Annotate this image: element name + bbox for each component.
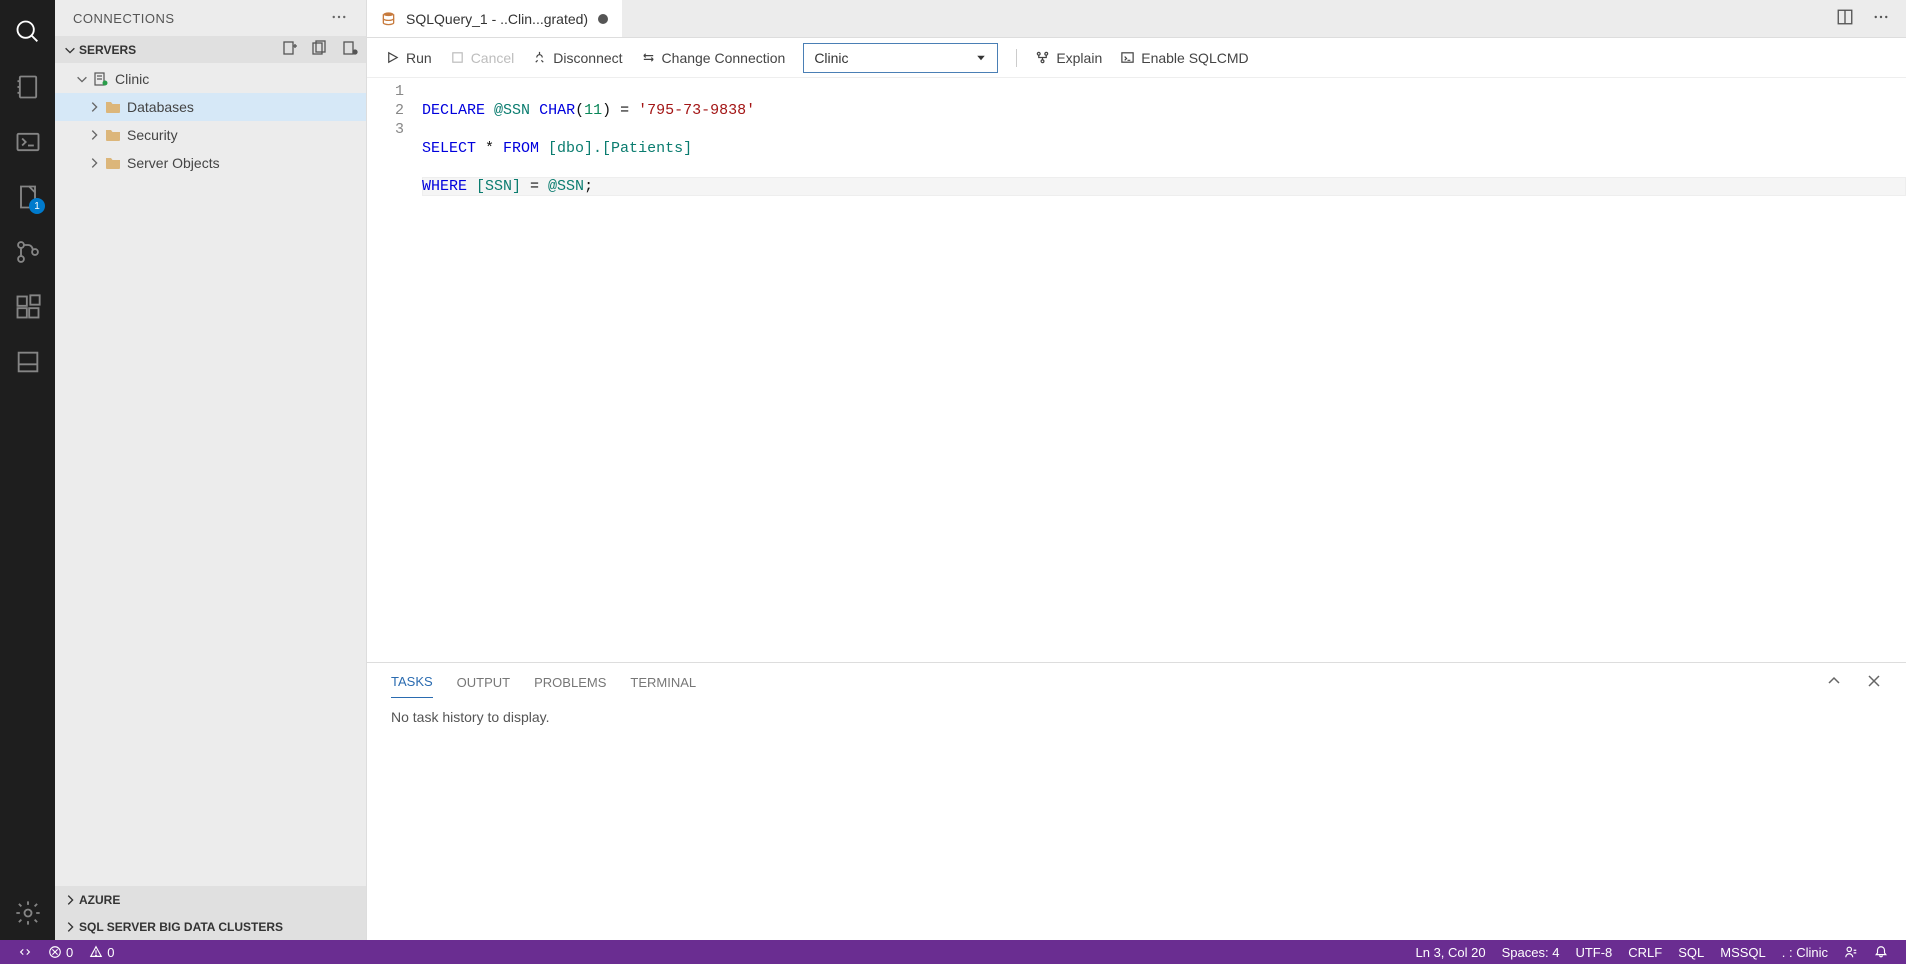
connections-sidebar: CONNECTIONS SERVERS [55,0,367,940]
connection-dropdown[interactable]: Clinic [803,43,998,73]
activity-explorer-icon[interactable]: 1 [0,169,55,224]
tree-item-label: Databases [127,99,194,115]
chevron-down-icon [73,72,91,86]
bigdata-section-header[interactable]: SQL SERVER BIG DATA CLUSTERS [55,913,366,940]
change-connection-button[interactable]: Change Connection [641,50,786,66]
folder-icon [103,128,123,142]
explorer-badge: 1 [29,198,45,214]
panel-tab-tasks[interactable]: TASKS [391,666,433,698]
activity-settings-icon[interactable] [0,885,55,940]
status-warnings[interactable]: 0 [83,945,120,960]
cancel-button[interactable]: Cancel [450,50,515,66]
status-bar: 0 0 Ln 3, Col 20 Spaces: 4 UTF-8 CRLF SQ… [0,940,1906,964]
query-toolbar: Run Cancel Disconnect Change Connection … [367,38,1906,78]
servers-section-header[interactable]: SERVERS [55,36,366,63]
run-button[interactable]: Run [385,50,432,66]
folder-icon [103,156,123,170]
activity-panel-icon[interactable] [0,334,55,389]
panel-body: No task history to display. [367,701,1906,733]
chevron-right-icon [63,920,77,934]
server-label: Clinic [115,71,149,87]
activity-extensions-icon[interactable] [0,279,55,334]
status-position[interactable]: Ln 3, Col 20 [1410,945,1492,960]
server-action-icon[interactable] [342,40,358,59]
enable-sqlcmd-button[interactable]: Enable SQLCMD [1120,50,1248,66]
activity-search-icon[interactable] [0,4,55,59]
editor-column: SQLQuery_1 - ..Clin...grated) Run [367,0,1906,940]
status-connection[interactable]: . : Clinic [1776,945,1834,960]
tree-item-label: Server Objects [127,155,220,171]
sidebar-title: CONNECTIONS [73,11,175,26]
chevron-right-icon [85,100,103,114]
new-connection-icon[interactable] [282,40,298,59]
connection-value: Clinic [814,50,848,66]
tab-more-icon[interactable] [1872,8,1890,29]
split-editor-icon[interactable] [1836,8,1854,29]
code-content[interactable]: DECLARE @SSN CHAR(11) = '795-73-9838' SE… [422,78,1906,662]
tree-item-security[interactable]: Security [55,121,366,149]
panel-tab-terminal[interactable]: TERMINAL [630,667,696,698]
server-node-clinic[interactable]: Clinic [55,65,366,93]
panel-close-icon[interactable] [1866,673,1882,692]
status-eol[interactable]: CRLF [1622,945,1668,960]
server-icon [91,71,111,87]
activity-notebook-icon[interactable] [0,59,55,114]
sidebar-more-icon[interactable] [330,8,348,29]
explain-button[interactable]: Explain [1035,50,1102,66]
panel-tab-output[interactable]: OUTPUT [457,667,510,698]
database-icon [381,11,396,26]
status-feedback-icon[interactable] [1838,945,1864,959]
activity-source-control-icon[interactable] [0,224,55,279]
chevron-down-icon [63,43,77,57]
tab-bar: SQLQuery_1 - ..Clin...grated) [367,0,1906,38]
activity-bar: 1 [0,0,55,940]
panel-tab-problems[interactable]: PROBLEMS [534,667,606,698]
tree-item-label: Security [127,127,178,143]
chevron-down-icon [975,52,987,64]
editor-tab[interactable]: SQLQuery_1 - ..Clin...grated) [367,0,622,37]
folder-icon [103,100,123,114]
code-editor[interactable]: 1 2 3 DECLARE @SSN CHAR(11) = '795-73-98… [367,78,1906,662]
chevron-right-icon [85,128,103,142]
chevron-right-icon [85,156,103,170]
activity-terminal-icon[interactable] [0,114,55,169]
bottom-panel: TASKS OUTPUT PROBLEMS TERMINAL No task [367,662,1906,940]
chevron-right-icon [63,893,77,907]
panel-tabs: TASKS OUTPUT PROBLEMS TERMINAL [367,663,1906,701]
servers-section-label: SERVERS [79,43,136,57]
bigdata-section-label: SQL SERVER BIG DATA CLUSTERS [79,920,283,934]
status-spaces[interactable]: Spaces: 4 [1496,945,1566,960]
status-provider[interactable]: MSSQL [1714,945,1772,960]
tree-item-databases[interactable]: Databases [55,93,366,121]
status-errors[interactable]: 0 [42,945,79,960]
azure-section-header[interactable]: AZURE [55,886,366,913]
disconnect-button[interactable]: Disconnect [532,50,622,66]
separator [1016,49,1017,67]
line-gutter: 1 2 3 [367,78,422,662]
tasks-empty-message: No task history to display. [391,709,549,725]
dirty-indicator-icon [598,14,608,24]
sidebar-header: CONNECTIONS [55,0,366,36]
new-group-icon[interactable] [312,40,328,59]
servers-tree: Clinic Databases [55,63,366,886]
status-encoding[interactable]: UTF-8 [1569,945,1618,960]
status-language[interactable]: SQL [1672,945,1710,960]
tab-title: SQLQuery_1 - ..Clin...grated) [406,11,588,27]
azure-section-label: AZURE [79,893,120,907]
tree-item-server-objects[interactable]: Server Objects [55,149,366,177]
status-bell-icon[interactable] [1868,945,1894,959]
status-remote-icon[interactable] [12,945,38,959]
panel-collapse-icon[interactable] [1826,673,1842,692]
